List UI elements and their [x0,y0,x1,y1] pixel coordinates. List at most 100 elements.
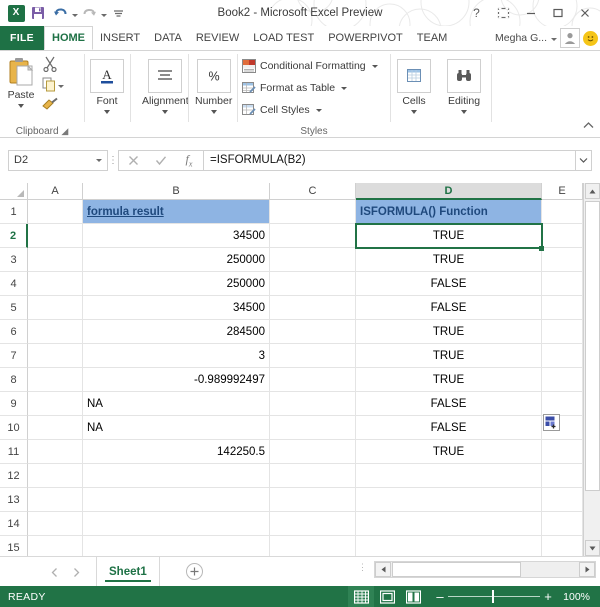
cell-e1[interactable] [542,200,583,224]
select-all-corner[interactable] [0,183,28,200]
account-dropdown-caret-icon[interactable] [551,37,557,41]
cell-c5[interactable] [270,296,356,320]
cell-a3[interactable] [28,248,83,272]
cell-c8[interactable] [270,368,356,392]
cell-e3[interactable] [542,248,583,272]
column-header-b[interactable]: B [83,183,270,200]
cell-e15[interactable] [542,536,583,556]
number-button[interactable]: % Number [195,59,232,114]
cell-e13[interactable] [542,488,583,512]
cell-a10[interactable] [28,416,83,440]
cells-button[interactable]: Cells [397,59,431,114]
cell-c13[interactable] [270,488,356,512]
row-header-6[interactable]: 6 [0,320,28,344]
cell-a11[interactable] [28,440,83,464]
horizontal-scrollbar[interactable] [374,561,596,578]
cell-d5[interactable]: FALSE [356,296,542,320]
smiley-icon[interactable] [583,30,598,46]
paste-options-icon[interactable] [543,414,560,431]
cell-e11[interactable] [542,440,583,464]
row-header-11[interactable]: 11 [0,440,28,464]
cell-c15[interactable] [270,536,356,556]
cell-a4[interactable] [28,272,83,296]
cell-a7[interactable] [28,344,83,368]
cell-d3[interactable]: TRUE [356,248,542,272]
row-header-9[interactable]: 9 [0,392,28,416]
row-header-3[interactable]: 3 [0,248,28,272]
tab-data[interactable]: DATA [147,26,189,50]
row-header-5[interactable]: 5 [0,296,28,320]
cell-d9[interactable]: FALSE [356,392,542,416]
conditional-formatting-button[interactable]: Conditional Formatting [242,57,378,75]
paste-dropdown-caret-icon[interactable] [18,104,24,108]
cell-e4[interactable] [542,272,583,296]
ribbon-display-options-icon[interactable] [490,0,517,26]
cell-b2[interactable]: 34500 [83,224,270,248]
cell-b15[interactable] [83,536,270,556]
column-header-e[interactable]: E [542,183,583,200]
cancel-formula-icon[interactable] [119,151,147,170]
cell-d11[interactable]: TRUE [356,440,542,464]
cell-d10[interactable]: FALSE [356,416,542,440]
cell-e6[interactable] [542,320,583,344]
cell-d8[interactable]: TRUE [356,368,542,392]
insert-function-icon[interactable]: fx [175,151,203,170]
zoom-out-icon[interactable]: – [432,586,448,607]
help-icon[interactable]: ? [463,0,490,26]
scroll-left-button[interactable] [375,562,391,577]
cell-b7[interactable]: 3 [83,344,270,368]
cell-d15[interactable] [356,536,542,556]
cell-a2[interactable] [28,224,83,248]
row-header-8[interactable]: 8 [0,368,28,392]
cell-a12[interactable] [28,464,83,488]
enter-formula-icon[interactable] [147,151,175,170]
row-header-15[interactable]: 15 [0,536,28,556]
vertical-scrollbar-thumb[interactable] [585,201,600,491]
scroll-right-button[interactable] [579,562,595,577]
cell-e2[interactable] [542,224,583,248]
save-icon[interactable] [27,3,49,23]
fill-handle[interactable] [539,246,544,251]
cell-d13[interactable] [356,488,542,512]
minimize-icon[interactable] [517,0,544,26]
row-header-1[interactable]: 1 [0,200,28,224]
collapse-ribbon-icon[interactable] [583,121,594,133]
column-header-a[interactable]: A [28,183,83,200]
cell-e8[interactable] [542,368,583,392]
cell-c3[interactable] [270,248,356,272]
row-header-2[interactable]: 2 [0,224,28,248]
editing-dropdown-caret-icon[interactable] [461,110,467,114]
copy-dropdown-caret-icon[interactable] [58,85,64,88]
name-box-caret-icon[interactable] [96,158,102,162]
cell-c1[interactable] [270,200,356,224]
cell-c10[interactable] [270,416,356,440]
sheet-tab-sheet1[interactable]: Sheet1 [96,557,160,586]
cell-b13[interactable] [83,488,270,512]
cell-b11[interactable]: 142250.5 [83,440,270,464]
cell-b5[interactable]: 34500 [83,296,270,320]
row-header-4[interactable]: 4 [0,272,28,296]
formula-input[interactable]: =ISFORMULA(B2) [203,149,576,171]
restore-icon[interactable] [544,0,571,26]
cell-c12[interactable] [270,464,356,488]
cell-a9[interactable] [28,392,83,416]
cell-e12[interactable] [542,464,583,488]
format-painter-button[interactable] [42,97,59,117]
row-header-10[interactable]: 10 [0,416,28,440]
alignment-dropdown-caret-icon[interactable] [162,110,169,114]
cell-c2[interactable] [270,224,356,248]
font-button[interactable]: A Font [90,59,124,114]
cell-d2[interactable]: TRUE [356,224,542,248]
cell-b4[interactable]: 250000 [83,272,270,296]
tab-insert[interactable]: INSERT [93,26,147,50]
cell-c11[interactable] [270,440,356,464]
cell-a13[interactable] [28,488,83,512]
cell-d12[interactable] [356,464,542,488]
paste-button[interactable]: Paste [6,55,36,108]
cell-b12[interactable] [83,464,270,488]
cells-dropdown-caret-icon[interactable] [411,110,417,114]
column-header-c[interactable]: C [270,183,356,200]
cell-d1[interactable]: ISFORMULA() Function [356,200,542,224]
redo-icon[interactable] [78,3,100,23]
touch-mouse-mode-icon[interactable] [107,3,129,23]
